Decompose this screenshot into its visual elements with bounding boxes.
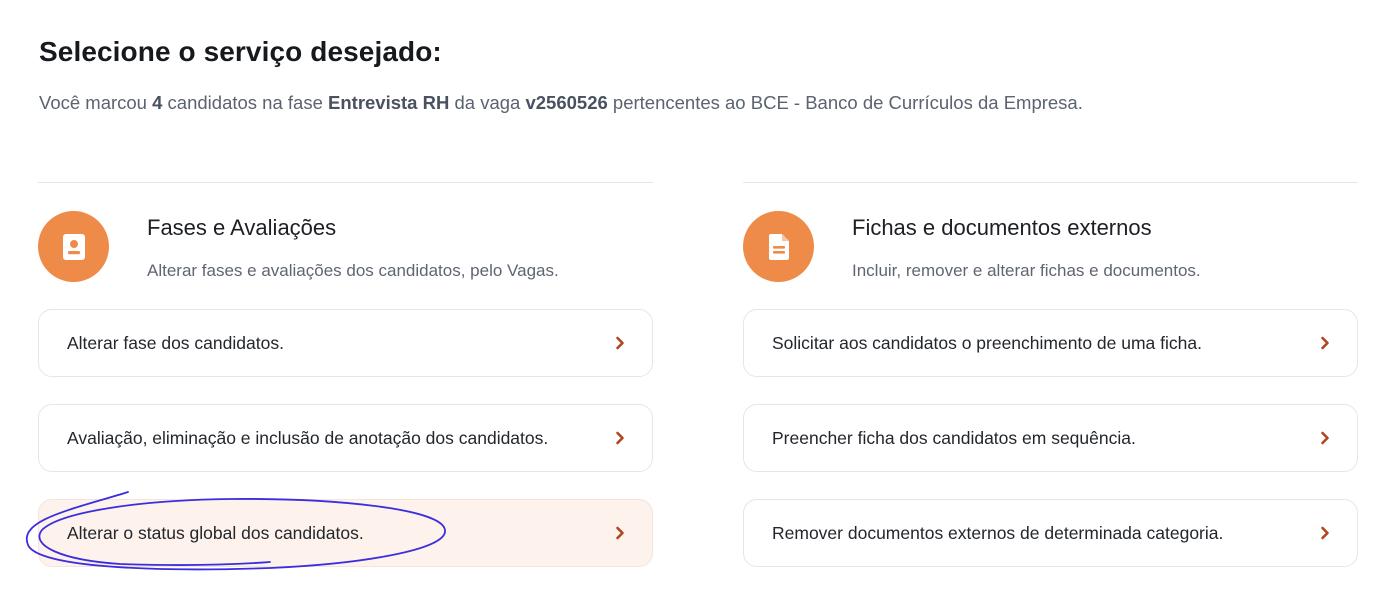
section-title: Fichas e documentos externos xyxy=(852,215,1152,240)
section-header: Fases e Avaliações Alterar fases e avali… xyxy=(38,183,653,310)
option-evaluation-elimination[interactable]: Avaliação, eliminação e inclusão de anot… xyxy=(38,404,653,472)
document-icon xyxy=(743,211,814,282)
option-fill-forms-sequence[interactable]: Preencher ficha dos candidatos em sequên… xyxy=(743,404,1358,472)
chevron-right-icon xyxy=(1321,431,1329,445)
job-code: v2560526 xyxy=(525,92,608,113)
section-description: Alterar fases e avaliações dos candidato… xyxy=(147,261,559,280)
chevron-right-icon xyxy=(616,431,624,445)
page-title: Selecione o serviço desejado: xyxy=(39,36,442,67)
section-phases-evaluations: Fases e Avaliações Alterar fases e avali… xyxy=(38,182,653,567)
option-change-global-status[interactable]: Alterar o status global dos candidatos. xyxy=(38,499,653,567)
option-label: Solicitar aos candidatos o preenchimento… xyxy=(772,332,1202,353)
option-label: Remover documentos externos de determina… xyxy=(772,522,1224,543)
option-label: Preencher ficha dos candidatos em sequên… xyxy=(772,427,1136,448)
option-label: Avaliação, eliminação e inclusão de anot… xyxy=(67,427,549,448)
section-title: Fases e Avaliações xyxy=(147,215,337,240)
chevron-right-icon xyxy=(1321,526,1329,540)
selected-count: 4 xyxy=(152,92,163,113)
option-request-form-fill[interactable]: Solicitar aos candidatos o preenchimento… xyxy=(743,309,1358,377)
chevron-right-icon xyxy=(1321,336,1329,350)
option-remove-external-documents[interactable]: Remover documentos externos de determina… xyxy=(743,499,1358,567)
id-badge-icon xyxy=(38,211,109,282)
chevron-right-icon xyxy=(616,336,624,350)
section-description: Incluir, remover e alterar fichas e docu… xyxy=(852,261,1201,280)
section-header: Fichas e documentos externos Incluir, re… xyxy=(743,183,1358,310)
option-label: Alterar fase dos candidatos. xyxy=(67,332,284,353)
selection-summary: Você marcou 4 candidatos na fase Entrevi… xyxy=(39,92,1083,113)
section-forms-documents: Fichas e documentos externos Incluir, re… xyxy=(743,182,1358,567)
phase-name: Entrevista RH xyxy=(328,92,450,113)
option-label: Alterar o status global dos candidatos. xyxy=(67,522,364,543)
option-change-phase[interactable]: Alterar fase dos candidatos. xyxy=(38,309,653,377)
chevron-right-icon xyxy=(616,526,624,540)
